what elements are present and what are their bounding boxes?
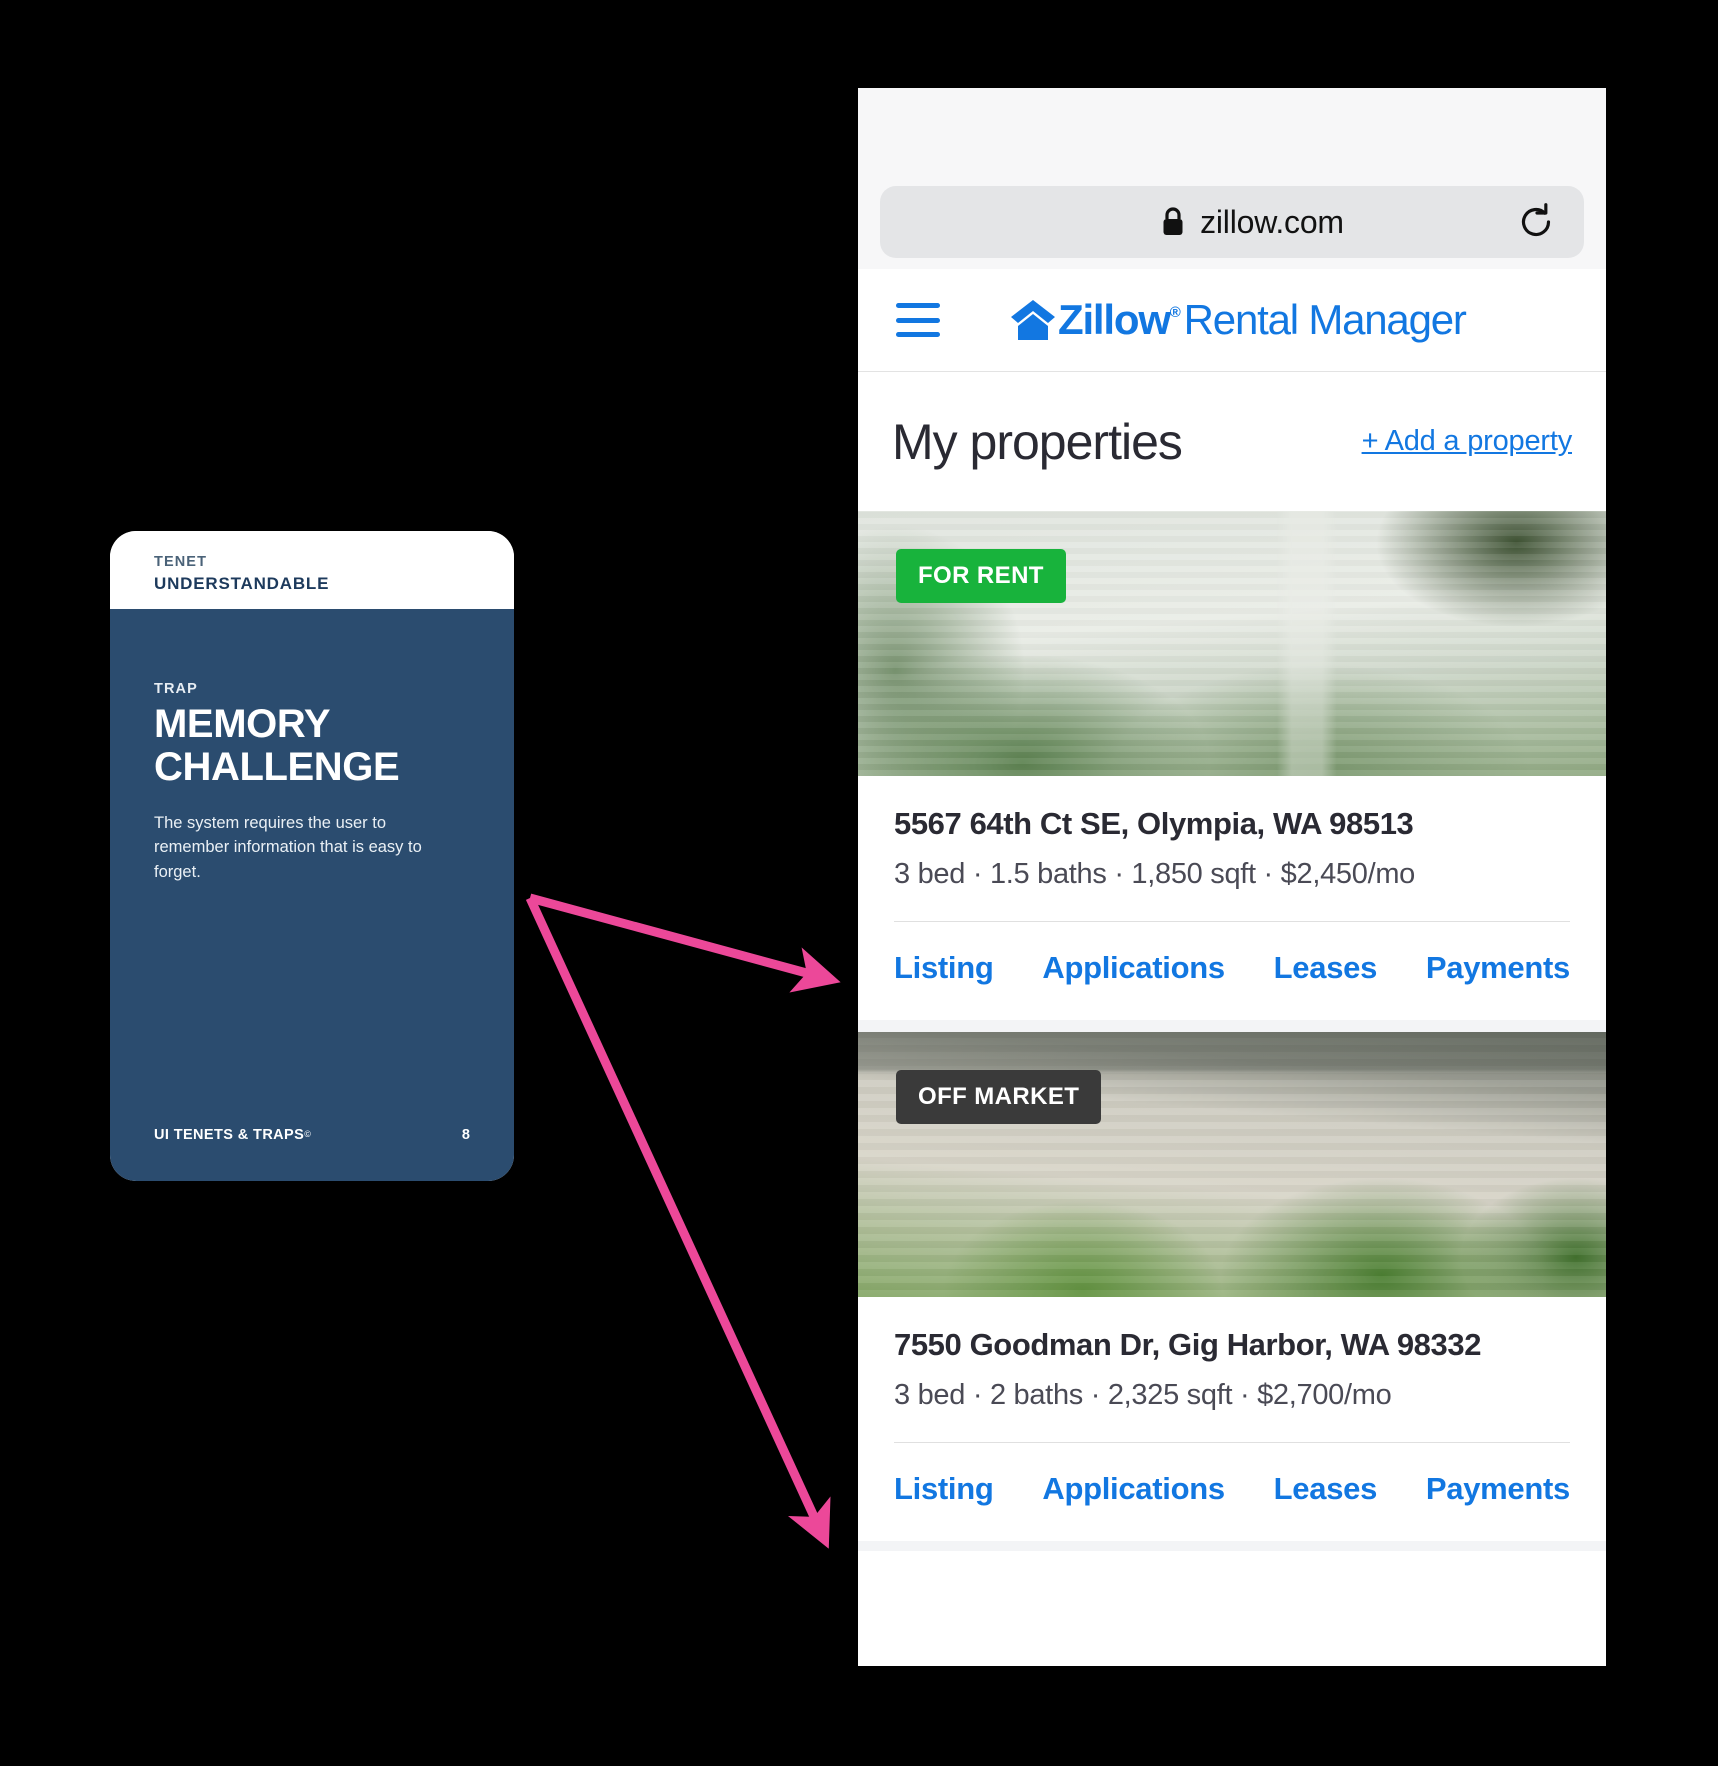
logo-brand-text: Zillow® bbox=[1058, 296, 1181, 343]
hamburger-bar-1 bbox=[896, 303, 940, 308]
card-footer: UI TENETS & TRAPS© 8 bbox=[154, 1127, 470, 1143]
arrow-to-property-1-links bbox=[528, 893, 841, 993]
property-address-1: 5567 64th Ct SE, Olympia, WA 98513 bbox=[894, 806, 1414, 841]
zillow-rental-manager-logo[interactable]: Zillow® Rental Manager bbox=[1010, 296, 1467, 343]
trap-title-line-1: MEMORY bbox=[154, 702, 331, 746]
footer-brand-text: UI TENETS & TRAPS bbox=[154, 1127, 305, 1143]
footer-brand: UI TENETS & TRAPS© bbox=[154, 1127, 311, 1143]
add-property-link[interactable]: + Add a property bbox=[1362, 425, 1573, 458]
address-bar[interactable]: zillow.com bbox=[880, 186, 1584, 258]
zillow-house-icon bbox=[1010, 298, 1056, 342]
hamburger-bar-2 bbox=[896, 317, 940, 323]
property-1-link-leases[interactable]: Leases bbox=[1274, 950, 1378, 986]
property-info-2: 7550 Goodman Dr, Gig Harbor, WA 98332 3 … bbox=[858, 1297, 1606, 1412]
status-badge-off-market: OFF MARKET bbox=[896, 1070, 1102, 1124]
ui-tenets-traps-card: TENET UNDERSTANDABLE TRAP MEMORY CHALLEN… bbox=[110, 531, 514, 1181]
browser-chrome: zillow.com bbox=[858, 88, 1606, 269]
trap-description: The system requires the user to remember… bbox=[154, 814, 422, 881]
property-2-links-row: Listing Applications Leases Payments bbox=[894, 1442, 1570, 1541]
trap-title-line-2: CHALLENGE bbox=[154, 745, 400, 790]
card-separator-2 bbox=[858, 1541, 1606, 1551]
page-header: My properties + Add a property bbox=[858, 372, 1606, 511]
property-1-link-applications[interactable]: Applications bbox=[1042, 950, 1225, 986]
hamburger-menu-icon[interactable] bbox=[896, 303, 940, 337]
property-2-link-listing[interactable]: Listing bbox=[894, 1471, 994, 1507]
logo-suffix-text: Rental Manager bbox=[1183, 296, 1467, 343]
screenshot-canvas: TENET UNDERSTANDABLE TRAP MEMORY CHALLEN… bbox=[0, 0, 1718, 1766]
status-badge-for-rent: FOR RENT bbox=[896, 549, 1066, 603]
card-page-number: 8 bbox=[461, 1127, 470, 1143]
trap-kicker: TRAP bbox=[154, 681, 198, 697]
property-details-2: 3 bed · 2 baths · 2,325 sqft · $2,700/mo bbox=[894, 1379, 1392, 1411]
copyright-symbol: © bbox=[304, 1129, 312, 1139]
property-1-link-payments[interactable]: Payments bbox=[1426, 950, 1570, 986]
mobile-browser-window: zillow.com Zillow® Rental Manager My pro… bbox=[858, 88, 1606, 1666]
address-bar-content: zillow.com bbox=[1160, 204, 1344, 241]
url-text: zillow.com bbox=[1200, 203, 1344, 240]
property-2-link-payments[interactable]: Payments bbox=[1426, 1471, 1570, 1507]
page-title: My properties bbox=[892, 413, 1183, 470]
property-photo-2[interactable]: OFF MARKET bbox=[858, 1032, 1606, 1297]
lock-icon bbox=[1160, 206, 1186, 238]
property-card-2[interactable]: OFF MARKET 7550 Goodman Dr, Gig Harbor, … bbox=[858, 1032, 1606, 1541]
property-1-link-listing[interactable]: Listing bbox=[894, 950, 994, 986]
trap-title: MEMORY CHALLENGE bbox=[154, 702, 470, 790]
reload-icon[interactable] bbox=[1514, 200, 1558, 244]
property-photo-1[interactable]: FOR RENT bbox=[858, 511, 1606, 776]
card-separator-1 bbox=[858, 1020, 1606, 1032]
registered-mark: ® bbox=[1169, 304, 1181, 321]
arrow-to-property-2-links bbox=[525, 896, 831, 1549]
tenet-kicker: TENET bbox=[154, 554, 208, 570]
property-2-link-leases[interactable]: Leases bbox=[1274, 1471, 1378, 1507]
property-card-1[interactable]: FOR RENT 5567 64th Ct SE, Olympia, WA 98… bbox=[858, 511, 1606, 1020]
hamburger-bar-3 bbox=[896, 332, 940, 337]
property-details-1: 3 bed · 1.5 baths · 1,850 sqft · $2,450/… bbox=[894, 858, 1416, 890]
property-2-link-applications[interactable]: Applications bbox=[1042, 1471, 1225, 1507]
app-header: Zillow® Rental Manager bbox=[858, 269, 1606, 372]
property-address-2: 7550 Goodman Dr, Gig Harbor, WA 98332 bbox=[894, 1327, 1482, 1362]
property-1-links-row: Listing Applications Leases Payments bbox=[894, 921, 1570, 1020]
property-info-1: 5567 64th Ct SE, Olympia, WA 98513 3 bed… bbox=[858, 776, 1606, 891]
card-body: TRAP MEMORY CHALLENGE The system require… bbox=[110, 609, 514, 1181]
card-header: TENET UNDERSTANDABLE bbox=[110, 531, 514, 609]
tenet-name: UNDERSTANDABLE bbox=[154, 573, 330, 593]
